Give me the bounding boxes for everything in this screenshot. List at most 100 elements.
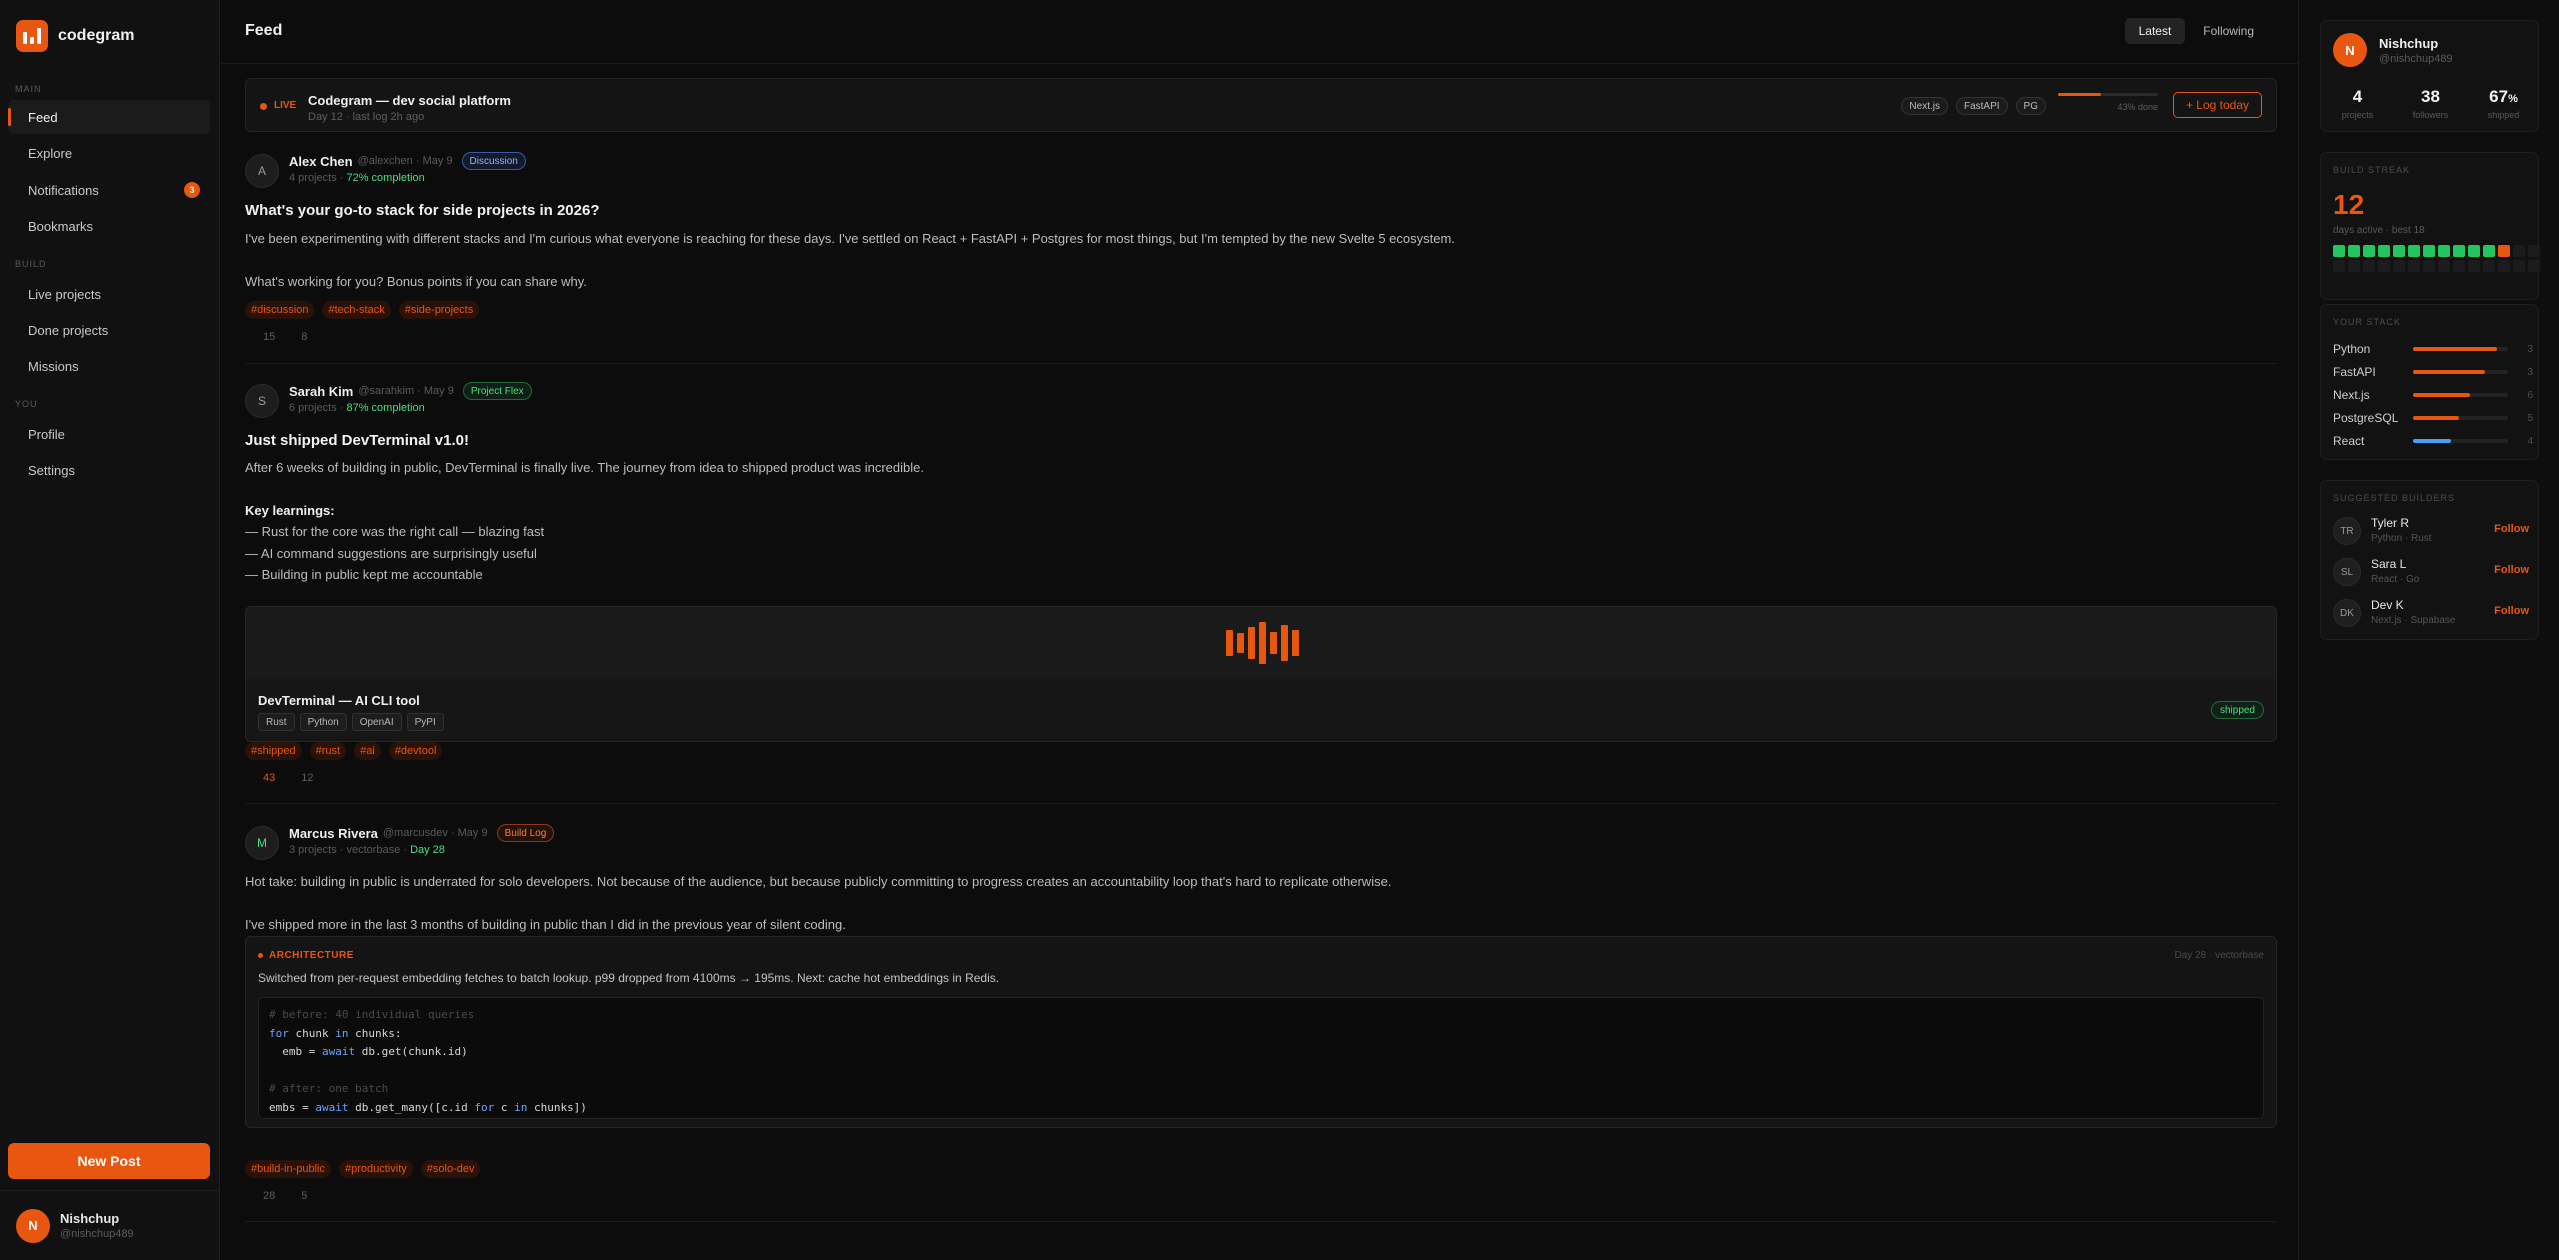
post-header: Marcus Rivera @marcusdev · May 9 Build L… <box>289 824 555 842</box>
build-day: Day 28 <box>410 844 445 856</box>
tag[interactable]: #build-in-public <box>245 1160 331 1178</box>
tag[interactable]: #productivity <box>339 1160 413 1178</box>
code-text: db.get_many([c.id <box>348 1100 475 1114</box>
suggested-builder[interactable]: SL Sara L React · Go Follow <box>2333 556 2529 588</box>
tag[interactable]: #devtool <box>388 742 443 760</box>
new-post-button[interactable]: New Post <box>8 1143 210 1179</box>
tag[interactable]: #tech-stack <box>322 301 391 319</box>
author-name[interactable]: Alex Chen <box>289 154 353 169</box>
sidebar-item-live-projects[interactable]: Live projects <box>8 277 210 311</box>
streak-subtitle: days active · best 18 <box>2333 225 2425 236</box>
sidebar-item-notifications[interactable]: Notifications 3 <box>8 173 210 207</box>
builder-stack: React · Go <box>2371 574 2420 585</box>
post-title[interactable]: Just shipped DevTerminal v1.0! <box>245 432 469 449</box>
logo[interactable]: codegram <box>16 20 134 52</box>
streak-day-cell <box>2513 245 2525 257</box>
comment-count[interactable]: 8 <box>301 331 307 343</box>
follow-button[interactable]: Follow <box>2494 605 2529 617</box>
post: A Alex Chen @alexchen · May 9 Discussion… <box>245 150 2277 364</box>
comment-count[interactable]: 5 <box>301 1190 307 1202</box>
streak-day-cell <box>2513 260 2525 272</box>
sidebar: codegram MAIN Feed Explore Notifications… <box>0 0 220 1260</box>
like-count[interactable]: 15 <box>263 331 275 343</box>
tag[interactable]: #ai <box>354 742 381 760</box>
stack-chip: FastAPI <box>1955 97 2008 115</box>
post-paragraph: I've shipped more in the last 3 months o… <box>245 916 846 932</box>
sidebar-item-missions[interactable]: Missions <box>8 349 210 383</box>
progress-track <box>2058 93 2158 96</box>
avatar[interactable]: M <box>245 826 279 860</box>
nav-section-build: BUILD <box>15 259 47 269</box>
live-dot-icon <box>260 103 267 110</box>
project-card[interactable]: DevTerminal — AI CLI tool Rust Python Op… <box>245 606 2277 742</box>
profile-card[interactable]: N Nishchup @nishchup489 4 projects 38 foll… <box>2320 20 2539 132</box>
tab-latest[interactable]: Latest <box>2124 18 2186 44</box>
sidebar-item-profile[interactable]: Profile <box>8 417 210 451</box>
streak-day-cell <box>2348 260 2360 272</box>
author-name[interactable]: Sarah Kim <box>289 384 353 399</box>
author-completion: 87% completion <box>346 402 425 414</box>
author-projects: 4 projects · <box>289 172 344 184</box>
sidebar-item-done-projects[interactable]: Done projects <box>8 313 210 347</box>
stack-count: 4 <box>2527 435 2533 447</box>
post-tags: #build-in-public #productivity #solo-dev <box>245 1160 481 1178</box>
card-label: SUGGESTED BUILDERS <box>2333 493 2456 503</box>
avatar: DK <box>2333 599 2361 627</box>
like-count[interactable]: 43 <box>263 772 275 784</box>
suggested-builder[interactable]: TR Tyler R Python · Rust Follow <box>2333 515 2529 547</box>
sidebar-item-bookmarks[interactable]: Bookmarks <box>8 209 210 243</box>
post-title[interactable]: What's your go-to stack for side project… <box>245 202 599 219</box>
stack-chip: Next.js <box>1901 97 1948 115</box>
stack-chip: Python <box>299 713 347 731</box>
code-keyword: for <box>474 1100 495 1114</box>
stack-bar-track <box>2413 439 2508 443</box>
stat-value: 67 <box>2489 87 2509 106</box>
streak-day-cell <box>2393 260 2405 272</box>
live-project-subtitle: Day 12 · last log 2h ago <box>308 111 425 123</box>
author-completion: 72% completion <box>346 172 425 184</box>
sidebar-item-feed[interactable]: Feed <box>8 100 210 134</box>
sidebar-item-explore[interactable]: Explore <box>8 136 210 170</box>
post-stats: 15 8 <box>263 331 307 343</box>
sidebar-item-label: Live projects <box>28 286 101 302</box>
sidebar-item-settings[interactable]: Settings <box>8 453 210 487</box>
streak-day-cell <box>2378 245 2390 257</box>
stack-chip: OpenAI <box>351 713 402 731</box>
code-keyword: await <box>315 1100 349 1114</box>
streak-grid <box>2333 245 2540 272</box>
avatar[interactable]: S <box>245 384 279 418</box>
current-user[interactable]: N Nishchup @nishchup489 <box>0 1190 220 1260</box>
sidebar-item-label: Feed <box>28 109 58 125</box>
post: S Sarah Kim @sarahkim · May 9 Project Fl… <box>245 380 2277 804</box>
nav-section-main: MAIN <box>15 84 42 94</box>
log-today-button[interactable]: + Log today <box>2172 92 2262 118</box>
tag[interactable]: #discussion <box>245 301 315 319</box>
stat-value: 4 <box>2352 87 2363 106</box>
like-count[interactable]: 28 <box>263 1190 275 1202</box>
avatar[interactable]: A <box>245 154 279 188</box>
live-project-banner[interactable]: LIVE Codegram — dev social platform Day … <box>245 78 2277 132</box>
page-title: Feed <box>245 22 283 39</box>
tag[interactable]: #shipped <box>245 742 302 760</box>
streak-day-cell <box>2498 260 2510 272</box>
stack-count: 3 <box>2527 366 2533 378</box>
follow-button[interactable]: Follow <box>2494 564 2529 576</box>
post-stats: 28 5 <box>263 1190 307 1202</box>
post-type-badge: Project Flex <box>462 382 532 400</box>
suggested-builder[interactable]: DK Dev K Next.js · Supabase Follow <box>2333 597 2529 629</box>
code-keyword: await <box>321 1045 356 1058</box>
follow-button[interactable]: Follow <box>2494 523 2529 535</box>
tag[interactable]: #rust <box>309 742 347 760</box>
sidebar-item-label: Profile <box>28 426 65 442</box>
sidebar-item-label: Settings <box>28 462 75 478</box>
post-paragraph: What's working for you? Bonus points if … <box>245 273 587 289</box>
post-type-badge: Discussion <box>461 152 526 170</box>
streak-day-cell <box>2333 260 2345 272</box>
avatar: SL <box>2333 558 2361 586</box>
builder-name: Sara L <box>2371 557 2407 571</box>
tab-following[interactable]: Following <box>2189 18 2268 44</box>
tag[interactable]: #solo-dev <box>420 1160 481 1178</box>
tag[interactable]: #side-projects <box>398 301 480 319</box>
comment-count[interactable]: 12 <box>301 772 313 784</box>
author-name[interactable]: Marcus Rivera <box>289 826 378 841</box>
